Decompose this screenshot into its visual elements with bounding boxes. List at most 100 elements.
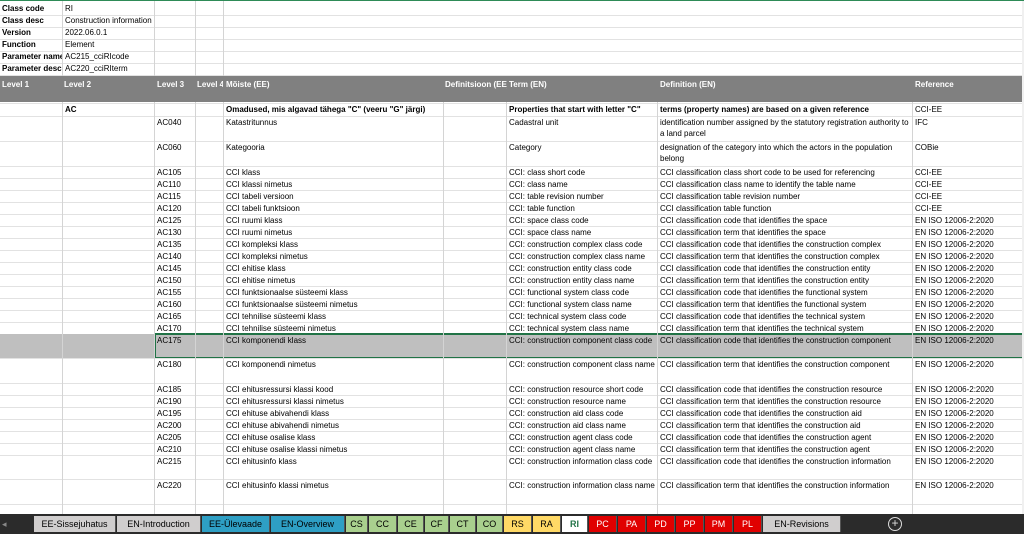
cell-code[interactable]: AC110 [155,179,193,190]
cell-moiste[interactable]: CCI ehitusinfo klassi nimetus [224,480,442,491]
cell-reference[interactable]: CCI-EE [913,203,1021,214]
meta-label[interactable]: Parameter name [0,51,62,63]
cell-moiste[interactable]: CCI kompleksi klass [224,239,442,250]
cell-term[interactable]: CCI: table revision number [507,191,657,202]
cell-reference[interactable]: CCI-EE [913,167,1021,178]
cell-reference[interactable]: EN ISO 12006-2:2020 [913,239,1021,250]
sheet-tab[interactable]: RS [504,516,532,532]
cell-definition[interactable]: CCI classification code that identifies … [658,456,912,467]
cell-moiste[interactable]: CCI funktsionaalse süsteemi nimetus [224,299,442,310]
cell-code[interactable]: AC180 [155,359,193,370]
cell-term[interactable]: CCI: construction resource name [507,396,657,407]
meta-label[interactable]: Version [0,27,62,39]
cell-moiste[interactable]: CCI komponendi nimetus [224,359,442,370]
cell-reference[interactable]: IFC [913,117,1021,128]
cell-term[interactable]: CCI: technical system class name [507,323,657,334]
sheet-tab[interactable]: PC [589,516,617,532]
group-moiste[interactable]: Omadused, mis algavad tähega "C" (veeru … [224,104,506,115]
cell-definition[interactable]: designation of the category into which t… [658,142,912,164]
sheet-tab[interactable]: EN-Introduction [117,516,201,532]
cell-definition[interactable]: CCI classification code that identifies … [658,263,912,274]
sheet-tab[interactable]: CC [369,516,397,532]
cell-code[interactable]: AC205 [155,432,193,443]
cell-term[interactable]: CCI: construction complex class name [507,251,657,262]
cell-term[interactable]: CCI: construction entity class name [507,275,657,286]
cell-code[interactable]: AC170 [155,323,193,334]
group-reference[interactable]: CCI-EE [913,104,1021,115]
cell-moiste[interactable]: CCI komponendi klass [224,335,442,346]
cell-definition[interactable]: CCI classification table revision number [658,191,912,202]
cell-moiste[interactable]: CCI tehnilise süsteemi nimetus [224,323,442,334]
cell-code[interactable]: AC215 [155,456,193,467]
cell-moiste[interactable]: CCI tabeli funktsioon [224,203,442,214]
cell-definition[interactable]: CCI classification term that identifies … [658,396,912,407]
cell-code[interactable]: AC175 [155,335,193,346]
cell-definition[interactable]: CCI classification term that identifies … [658,299,912,310]
group-definition[interactable]: terms (property names) are based on a gi… [658,104,912,115]
sheet-tab[interactable]: CS [346,516,368,532]
cell-definition[interactable]: CCI classification term that identifies … [658,323,912,334]
cell-reference[interactable]: EN ISO 12006-2:2020 [913,215,1021,226]
cell-reference[interactable]: CCI-EE [913,179,1021,190]
cell-term[interactable]: Category [507,142,657,153]
cell-code[interactable]: AC040 [155,117,193,128]
sheet-tab[interactable]: EE-Sissejuhatus [34,516,116,532]
meta-label[interactable]: Parameter desc [0,63,62,75]
cell-definition[interactable]: CCI classification code that identifies … [658,432,912,443]
cell-reference[interactable]: EN ISO 12006-2:2020 [913,335,1021,346]
cell-term[interactable]: CCI: class name [507,179,657,190]
cell-definition[interactable]: CCI classification code that identifies … [658,287,912,298]
sheet-tab[interactable]: CE [398,516,424,532]
cell-moiste[interactable]: CCI ehituse osalise klass [224,432,442,443]
cell-code[interactable]: AC140 [155,251,193,262]
spreadsheet-grid[interactable]: Class code RI Class desc Construction infor… [0,0,1024,514]
cell-moiste[interactable]: CCI kompleksi nimetus [224,251,442,262]
cell-reference[interactable]: EN ISO 12006-2:2020 [913,275,1021,286]
cell-term[interactable]: CCI: construction aid class code [507,408,657,419]
cell-definition[interactable]: CCI classification term that identifies … [658,359,912,370]
group-level2[interactable]: AC [63,104,153,115]
cell-term[interactable]: Cadastral unit [507,117,657,128]
cell-moiste[interactable]: CCI ehituse abivahendi klass [224,408,442,419]
cell-term[interactable]: CCI: construction agent class code [507,432,657,443]
cell-reference[interactable]: EN ISO 12006-2:2020 [913,263,1021,274]
cell-code[interactable]: AC200 [155,420,193,431]
cell-code[interactable]: AC130 [155,227,193,238]
cell-moiste[interactable]: Katastritunnus [224,117,442,128]
cell-code[interactable]: AC190 [155,396,193,407]
cell-term[interactable]: CCI: construction complex class code [507,239,657,250]
cell-term[interactable]: CCI: construction entity class code [507,263,657,274]
cell-code[interactable]: AC150 [155,275,193,286]
cell-definition[interactable]: CCI classification term that identifies … [658,251,912,262]
cell-reference[interactable]: CCI-EE [913,191,1021,202]
meta-label[interactable]: Class code [0,3,62,15]
sheet-tab[interactable]: EN-Revisions [763,516,841,532]
cell-reference[interactable]: EN ISO 12006-2:2020 [913,299,1021,310]
column-header-row[interactable]: Level 1 Level 2 Level 3 Level 4 Mõiste (… [0,76,1022,102]
cell-term[interactable]: CCI: construction component class code [507,335,657,346]
cell-reference[interactable]: EN ISO 12006-2:2020 [913,396,1021,407]
cell-term[interactable]: CCI: construction information class code [507,456,657,467]
cell-term[interactable]: CCI: class short code [507,167,657,178]
meta-value[interactable]: AC220_cciRIterm [63,63,203,75]
cell-code[interactable]: AC160 [155,299,193,310]
cell-reference[interactable]: EN ISO 12006-2:2020 [913,359,1021,370]
cell-reference[interactable]: EN ISO 12006-2:2020 [913,311,1021,322]
sheet-tab[interactable]: CF [425,516,449,532]
cell-definition[interactable]: CCI classification code that identifies … [658,239,912,250]
group-term[interactable]: Properties that start with letter "C" [507,104,657,115]
sheet-tab[interactable]: CT [450,516,476,532]
cell-term[interactable]: CCI: construction agent class name [507,444,657,455]
cell-reference[interactable]: EN ISO 12006-2:2020 [913,444,1021,455]
cell-definition[interactable]: CCI classification class short code to b… [658,167,912,178]
cell-moiste[interactable]: CCI ehitusinfo klass [224,456,442,467]
cell-definition[interactable]: CCI classification term that identifies … [658,275,912,286]
cell-term[interactable]: CCI: space class code [507,215,657,226]
meta-value[interactable]: Construction information [63,15,203,27]
cell-code[interactable]: AC120 [155,203,193,214]
cell-definition[interactable]: CCI classification code that identifies … [658,384,912,395]
cell-reference[interactable]: EN ISO 12006-2:2020 [913,227,1021,238]
meta-value[interactable]: 2022.06.0.1 [63,27,203,39]
cell-term[interactable]: CCI: construction aid class name [507,420,657,431]
cell-definition[interactable]: CCI classification term that identifies … [658,420,912,431]
